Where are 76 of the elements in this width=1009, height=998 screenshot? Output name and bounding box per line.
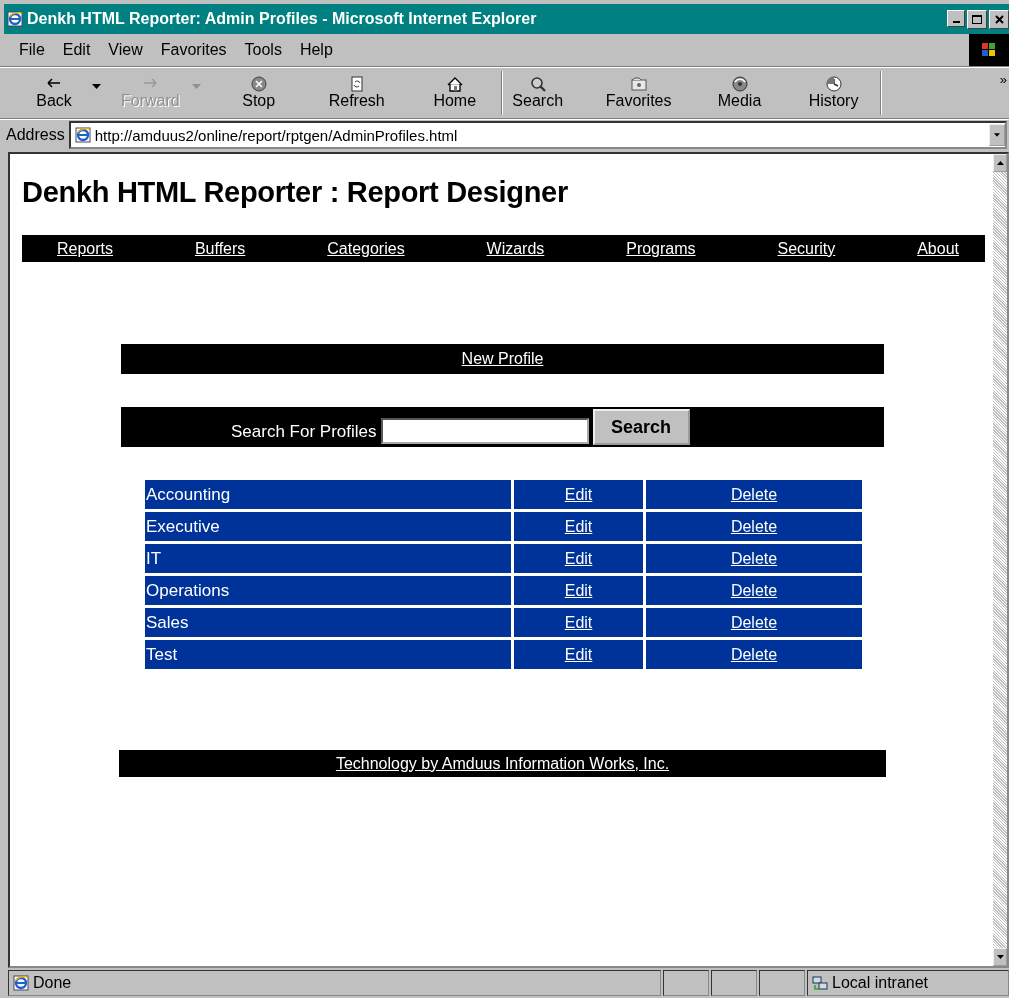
- page-heading: Denkh HTML Reporter : Report Designer: [22, 176, 569, 209]
- toolbar-button[interactable]: Back: [18, 71, 111, 115]
- clock-icon: [824, 76, 843, 92]
- network-icon: [812, 975, 828, 991]
- menu-item[interactable]: File: [10, 41, 54, 59]
- profile-name-cell: Test: [145, 640, 511, 669]
- nav-link[interactable]: About: [917, 239, 959, 258]
- zone-text: Local intranet: [832, 974, 929, 992]
- menu-item[interactable]: View: [99, 41, 152, 59]
- new-profile-link[interactable]: New Profile: [461, 350, 544, 368]
- minimize-button[interactable]: [947, 9, 965, 27]
- toolbar-overflow-button[interactable]: »: [999, 72, 1009, 87]
- nav-link[interactable]: Categories: [327, 239, 405, 258]
- address-field[interactable]: http://amduus2/online/report/rptgen/AdminProfiles.html: [68, 121, 1007, 149]
- search-field[interactable]: [380, 418, 589, 444]
- toolbar-button[interactable]: Refresh: [318, 71, 395, 115]
- toolbar-button[interactable]: Search: [501, 71, 574, 115]
- status-pane: [663, 970, 709, 996]
- search-icon: [528, 76, 547, 92]
- edit-link[interactable]: Edit: [564, 613, 593, 632]
- stop-icon: [249, 76, 268, 92]
- search-label: Search For Profiles: [231, 422, 377, 442]
- caret-icon: [92, 83, 101, 89]
- window-title: Denkh HTML Reporter: Admin Profiles - Microsoft Internet Explorer: [27, 10, 538, 28]
- delete-link[interactable]: Delete: [730, 549, 778, 568]
- nav-link[interactable]: Buffers: [194, 239, 246, 258]
- maximize-button[interactable]: [967, 9, 987, 29]
- folder-icon: [629, 76, 648, 92]
- toolbar-button[interactable]: Favorites: [595, 71, 682, 115]
- menu-item[interactable]: Edit: [53, 41, 100, 59]
- menu-item[interactable]: Tools: [235, 41, 291, 59]
- delete-link[interactable]: Delete: [730, 517, 778, 536]
- address-label: Address: [6, 126, 65, 144]
- footer-link[interactable]: Technology by Amduus Information Works, Inc.: [335, 754, 670, 773]
- menu-item[interactable]: Help: [290, 41, 342, 59]
- edit-link[interactable]: Edit: [564, 517, 593, 536]
- status-text: Done: [33, 974, 72, 992]
- profile-name-cell: Sales: [145, 608, 511, 637]
- nav-link[interactable]: Wizards: [486, 239, 545, 258]
- edit-link[interactable]: Edit: [564, 581, 593, 600]
- toolbar-button[interactable]: Stop: [222, 71, 295, 115]
- home-icon: [445, 76, 464, 92]
- profile-name-cell: Accounting: [145, 480, 511, 509]
- menu-item[interactable]: Favorites: [151, 41, 236, 59]
- edit-link[interactable]: Edit: [564, 549, 593, 568]
- profile-name-cell: IT: [145, 544, 511, 573]
- caret-icon: [994, 133, 1000, 137]
- toolbar-button[interactable]: Media: [703, 71, 776, 115]
- vertical-scrollbar[interactable]: [993, 154, 1007, 966]
- nav-link[interactable]: Reports: [57, 239, 114, 258]
- delete-link[interactable]: Delete: [730, 613, 778, 632]
- delete-link[interactable]: Delete: [730, 581, 778, 600]
- browser-icon: [7, 11, 23, 27]
- maximize-icon: [972, 14, 982, 24]
- close-icon: [994, 14, 1004, 24]
- up-arrow-icon: [996, 161, 1004, 165]
- status-pane: [759, 970, 805, 996]
- status-pane: [711, 970, 757, 996]
- profile-name-cell: Operations: [145, 576, 511, 605]
- dropdown-button[interactable]: [989, 124, 1005, 146]
- edit-link[interactable]: Edit: [564, 485, 593, 504]
- minimize-icon: [952, 20, 960, 23]
- close-button[interactable]: [989, 9, 1009, 29]
- page-icon: [13, 975, 29, 991]
- down-arrow-icon: [996, 955, 1004, 959]
- delete-link[interactable]: Delete: [730, 645, 778, 664]
- delete-link[interactable]: Delete: [730, 485, 778, 504]
- caret-icon: [191, 83, 201, 89]
- search-button[interactable]: Search: [592, 409, 690, 445]
- edit-link[interactable]: Edit: [564, 645, 593, 664]
- page-icon: [74, 127, 91, 143]
- toolbar-button[interactable]: History: [797, 71, 881, 115]
- toolbar-button[interactable]: Home: [418, 71, 502, 115]
- nav-link[interactable]: Programs: [626, 239, 696, 258]
- nav-link[interactable]: Security: [777, 239, 836, 258]
- profile-name-cell: Executive: [145, 512, 511, 541]
